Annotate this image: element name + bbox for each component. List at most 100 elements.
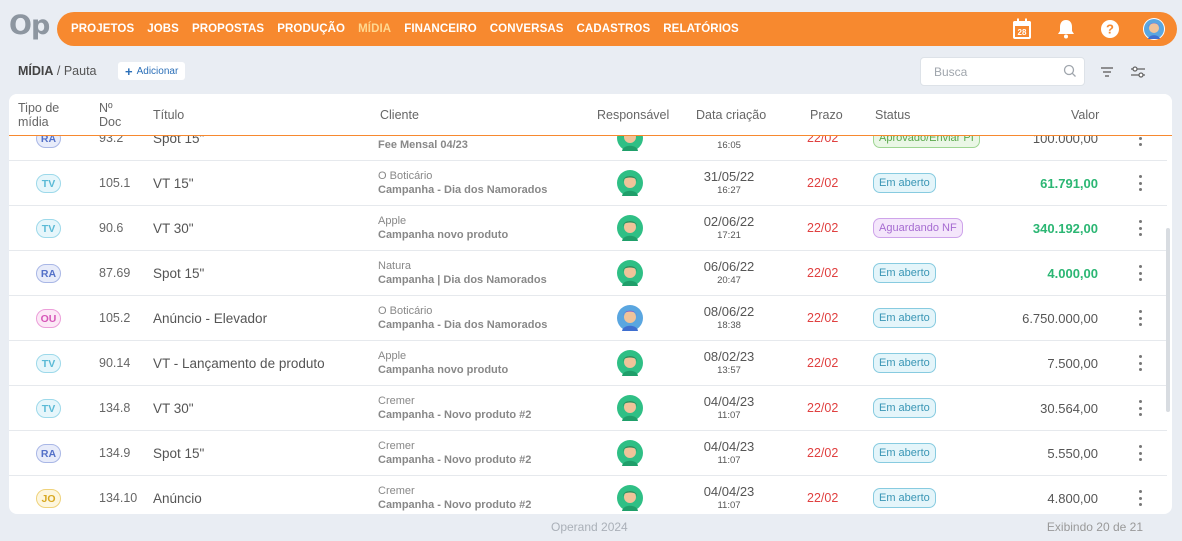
created-date: 06/06/22 [703, 259, 755, 274]
table-row[interactable]: TV 90.6 VT 30" Apple Campanha novo produto 02… [9, 206, 1167, 251]
row-menu-icon[interactable] [1136, 218, 1144, 238]
row-value: 6.750.000,00 [1022, 311, 1098, 326]
row-title[interactable]: Spot 15" [153, 446, 204, 461]
created-date: 04/04/23 [703, 394, 755, 409]
row-menu-icon[interactable] [1136, 443, 1144, 463]
app-logo[interactable]: Op [9, 10, 50, 41]
client-name: O Boticário [378, 170, 433, 182]
responsible-avatar[interactable] [617, 350, 643, 376]
campaign-name: Campanha - Novo produto #2 [378, 409, 532, 421]
responsible-avatar[interactable] [617, 215, 643, 241]
campaign-name: Fee Mensal 04/23 [378, 139, 468, 151]
header-tipo[interactable]: Tipo de mídia [18, 101, 59, 129]
search-input[interactable] [920, 57, 1085, 86]
status-badge: Em aberto [873, 353, 936, 373]
vertical-scrollbar[interactable] [1166, 228, 1170, 412]
row-title[interactable]: Anúncio [153, 491, 202, 506]
header-valor[interactable]: Valor [1071, 108, 1099, 122]
created-time: 18:38 [717, 320, 741, 331]
created-time: 16:27 [717, 185, 741, 196]
row-title[interactable]: VT - Lançamento de produto [153, 356, 325, 371]
search-icon[interactable] [1063, 64, 1077, 78]
header-responsavel[interactable]: Responsável [597, 108, 669, 122]
table-row[interactable]: OU 105.2 Anúncio - Elevador O Boticário Camp… [9, 296, 1167, 341]
nav-item-produção[interactable]: PRODUÇÃO [277, 23, 345, 35]
responsible-avatar[interactable] [617, 395, 643, 421]
media-type-badge: JO [36, 489, 61, 508]
created-date: 08/06/22 [703, 304, 755, 319]
media-type-badge: TV [36, 174, 61, 193]
breadcrumb-page: Pauta [63, 64, 97, 78]
campaign-name: Campanha - Novo produto #2 [378, 454, 532, 466]
table-row[interactable]: RA 87.69 Spot 15" Natura Campanha | Dia dos … [9, 251, 1167, 296]
nav-item-projetos[interactable]: PROJETOS [71, 23, 134, 35]
created-date: 31/05/22 [703, 169, 755, 184]
user-avatar[interactable] [1141, 16, 1167, 42]
breadcrumb: MÍDIA / Pauta [18, 64, 97, 78]
header-prazo[interactable]: Prazo [810, 108, 843, 122]
doc-number: 87.69 [99, 266, 131, 280]
row-menu-icon[interactable] [1136, 353, 1144, 373]
nav-item-propostas[interactable]: PROPOSTAS [192, 23, 264, 35]
responsible-avatar[interactable] [617, 485, 643, 511]
deadline: 22/02 [807, 266, 839, 280]
created-time: 16:05 [717, 140, 741, 151]
responsible-avatar[interactable] [617, 440, 643, 466]
responsible-avatar[interactable] [617, 260, 643, 286]
deadline: 22/02 [807, 221, 839, 235]
filter-icon[interactable] [1100, 66, 1114, 78]
row-title[interactable]: Spot 15" [153, 266, 204, 281]
help-icon[interactable]: ? [1097, 16, 1123, 42]
campaign-name: Campanha novo produto [378, 364, 509, 376]
responsible-avatar[interactable] [617, 305, 643, 331]
add-button[interactable]: + Adicionar [118, 62, 186, 80]
header-doc[interactable]: Nº Doc [99, 101, 121, 129]
nav-actions: 28 ? [991, 16, 1167, 42]
header-cliente[interactable]: Cliente [380, 108, 419, 122]
row-title[interactable]: VT 30" [153, 221, 194, 236]
sliders-icon[interactable] [1130, 66, 1146, 78]
row-value: 30.564,00 [1040, 401, 1098, 416]
created-date: 08/02/23 [703, 349, 755, 364]
row-title[interactable]: Anúncio - Elevador [153, 311, 267, 326]
campaign-name: Campanha | Dia dos Namorados [378, 274, 547, 286]
nav-menu: PROJETOS JOBS PROPOSTAS PRODUÇÃO MÍDIA FINANC… [71, 23, 752, 35]
table-row[interactable]: TV 105.1 VT 15" O Boticário Campanha - Dia d… [9, 161, 1167, 206]
row-menu-icon[interactable] [1136, 263, 1144, 283]
client-name: Cremer [378, 485, 415, 497]
client-name: Apple [378, 215, 407, 227]
client-name: Natura [378, 260, 412, 272]
calendar-icon[interactable]: 28 [1009, 16, 1035, 42]
row-menu-icon[interactable] [1136, 398, 1144, 418]
bell-icon[interactable] [1053, 16, 1079, 42]
media-type-badge: TV [36, 219, 61, 238]
client-name: Apple [378, 350, 407, 362]
table-row[interactable]: TV 90.14 VT - Lançamento de produto Apple Ca… [9, 341, 1167, 386]
row-title[interactable]: VT 15" [153, 176, 194, 191]
row-menu-icon[interactable] [1136, 308, 1144, 328]
row-title[interactable]: VT 30" [153, 401, 194, 416]
breadcrumb-section[interactable]: MÍDIA [18, 64, 53, 78]
deadline: 22/02 [807, 491, 839, 505]
row-menu-icon[interactable] [1136, 488, 1144, 508]
nav-item-jobs[interactable]: JOBS [147, 23, 179, 35]
header-titulo[interactable]: Título [153, 108, 184, 122]
table-row[interactable]: TV 134.8 VT 30" Cremer Campanha - Novo produ… [9, 386, 1167, 431]
created-date: 02/06/22 [703, 214, 755, 229]
doc-number: 105.1 [99, 176, 131, 190]
svg-text:?: ? [1106, 22, 1114, 37]
row-menu-icon[interactable] [1136, 173, 1144, 193]
nav-item-financeiro[interactable]: FINANCEIRO [404, 23, 477, 35]
header-data[interactable]: Data criação [696, 108, 766, 122]
status-badge: Aguardando NF [873, 218, 963, 238]
header-status[interactable]: Status [875, 108, 910, 122]
responsible-avatar[interactable] [617, 170, 643, 196]
doc-number: 90.14 [99, 356, 131, 370]
nav-item-relatórios[interactable]: RELATÓRIOS [663, 23, 739, 35]
table-row[interactable]: RA 134.9 Spot 15" Cremer Campanha - Novo pro… [9, 431, 1167, 476]
nav-item-cadastros[interactable]: CADASTROS [577, 23, 651, 35]
nav-item-conversas[interactable]: CONVERSAS [490, 23, 564, 35]
table-row[interactable]: JO 134.10 Anúncio Cremer Campanha - Novo pro… [9, 476, 1167, 514]
row-value: 340.192,00 [1032, 221, 1098, 236]
nav-item-mídia[interactable]: MÍDIA [358, 23, 391, 35]
